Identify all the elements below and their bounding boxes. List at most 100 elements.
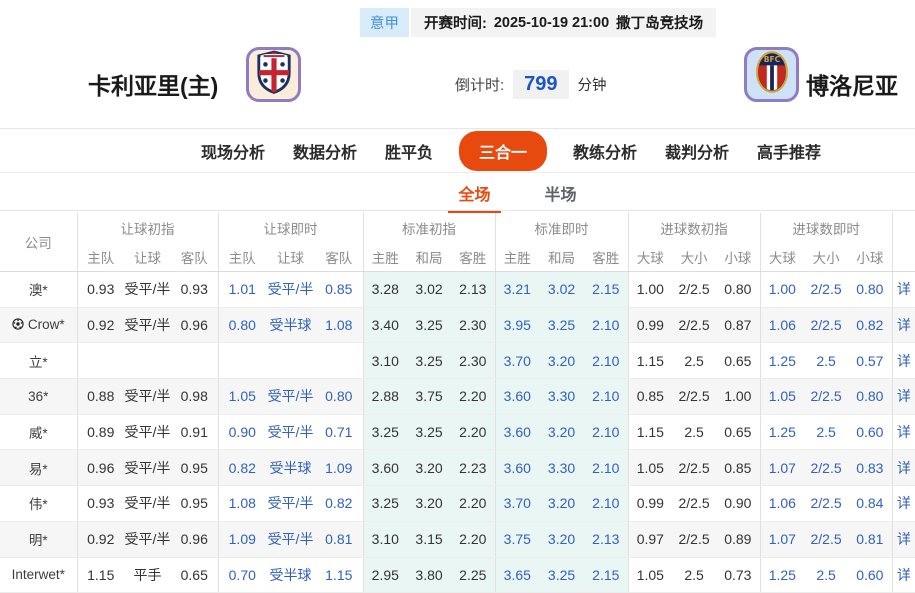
odds-cell[interactable]: 2.88 bbox=[362, 378, 408, 415]
company-cell[interactable]: 威* bbox=[0, 414, 77, 451]
odds-cell[interactable]: 2.10 bbox=[584, 449, 629, 487]
odds-cell[interactable]: 0.89 bbox=[76, 414, 124, 451]
odds-cell[interactable]: 3.20 bbox=[407, 449, 452, 487]
odds-cell[interactable]: 受平/半 bbox=[124, 414, 171, 451]
odds-cell[interactable]: 0.93 bbox=[76, 485, 124, 522]
odds-cell[interactable]: 2/2.5 bbox=[804, 449, 849, 487]
odds-cell[interactable]: 3.80 bbox=[407, 557, 452, 593]
odds-cell[interactable] bbox=[217, 342, 267, 380]
odds-cell[interactable]: 0.65 bbox=[716, 414, 761, 451]
odds-cell[interactable]: 2.10 bbox=[584, 414, 629, 451]
odds-cell[interactable]: 2/2.5 bbox=[672, 449, 717, 487]
odds-cell[interactable]: 3.25 bbox=[362, 485, 408, 522]
league-badge[interactable]: 意甲 bbox=[360, 8, 409, 37]
odds-cell[interactable]: 3.25 bbox=[362, 414, 408, 451]
odds-cell[interactable]: 1.15 bbox=[76, 557, 124, 593]
odds-cell[interactable]: 3.20 bbox=[539, 485, 585, 522]
odds-cell[interactable]: 受平/半 bbox=[124, 271, 171, 308]
company-cell[interactable]: 立* bbox=[0, 342, 77, 380]
odds-cell[interactable]: 3.15 bbox=[407, 521, 452, 558]
odds-cell[interactable]: 1.01 bbox=[217, 271, 267, 308]
detail-link[interactable]: 详 bbox=[891, 414, 915, 451]
detail-link[interactable]: 详 bbox=[891, 378, 915, 415]
odds-cell[interactable] bbox=[266, 342, 316, 380]
odds-cell[interactable]: 3.70 bbox=[494, 485, 540, 522]
odds-cell[interactable]: 受半球 bbox=[266, 449, 316, 487]
odds-cell[interactable]: 2.10 bbox=[584, 307, 629, 344]
odds-cell[interactable]: 3.28 bbox=[362, 271, 408, 308]
odds-cell[interactable]: 1.25 bbox=[759, 557, 805, 593]
odds-cell[interactable]: 3.25 bbox=[539, 307, 585, 344]
odds-cell[interactable]: 0.60 bbox=[848, 414, 893, 451]
odds-cell[interactable]: 2.10 bbox=[584, 378, 629, 415]
odds-cell[interactable]: 2/2.5 bbox=[672, 378, 717, 415]
odds-cell[interactable]: 3.60 bbox=[494, 449, 540, 487]
nav-tab-三合一[interactable]: 三合一 bbox=[458, 130, 547, 171]
odds-cell[interactable]: 3.20 bbox=[539, 521, 585, 558]
odds-cell[interactable]: 2.15 bbox=[584, 271, 629, 308]
odds-cell[interactable]: 0.82 bbox=[848, 307, 893, 344]
odds-cell[interactable]: 3.10 bbox=[362, 521, 408, 558]
odds-cell[interactable]: 2.5 bbox=[672, 414, 717, 451]
odds-cell[interactable]: 0.85 bbox=[716, 449, 761, 487]
odds-cell[interactable]: 0.96 bbox=[76, 449, 124, 487]
company-cell[interactable]: 伟* bbox=[0, 485, 77, 522]
odds-cell[interactable]: 0.85 bbox=[627, 378, 673, 415]
odds-cell[interactable]: 2.5 bbox=[804, 557, 849, 593]
odds-cell[interactable]: 0.92 bbox=[76, 521, 124, 558]
odds-cell[interactable]: 3.02 bbox=[407, 271, 452, 308]
odds-cell[interactable]: 2.13 bbox=[451, 271, 496, 308]
detail-link[interactable]: 详 bbox=[891, 307, 915, 344]
odds-cell[interactable]: 2.20 bbox=[451, 414, 496, 451]
odds-cell[interactable]: 1.25 bbox=[759, 342, 805, 380]
odds-cell[interactable]: 3.60 bbox=[494, 378, 540, 415]
odds-cell[interactable]: 3.60 bbox=[362, 449, 408, 487]
odds-cell[interactable]: 0.80 bbox=[315, 378, 364, 415]
odds-cell[interactable]: 0.92 bbox=[76, 307, 124, 344]
detail-link[interactable]: 详 bbox=[891, 521, 915, 558]
odds-cell[interactable]: 2.5 bbox=[672, 557, 717, 593]
odds-cell[interactable]: 0.71 bbox=[315, 414, 364, 451]
odds-cell[interactable]: 3.10 bbox=[362, 342, 408, 380]
odds-cell[interactable]: 0.93 bbox=[76, 271, 124, 308]
detail-link[interactable]: 详 bbox=[891, 449, 915, 487]
odds-cell[interactable]: 2.10 bbox=[584, 342, 629, 380]
odds-cell[interactable]: 2.30 bbox=[451, 307, 496, 344]
odds-cell[interactable]: 3.30 bbox=[539, 378, 585, 415]
odds-cell[interactable]: 1.05 bbox=[627, 557, 673, 593]
odds-cell[interactable]: 2/2.5 bbox=[804, 521, 849, 558]
odds-cell[interactable]: 2.95 bbox=[362, 557, 408, 593]
odds-cell[interactable]: 受平/半 bbox=[266, 485, 316, 522]
odds-cell[interactable]: 0.97 bbox=[627, 521, 673, 558]
odds-cell[interactable]: 0.81 bbox=[848, 521, 893, 558]
odds-cell[interactable]: 1.15 bbox=[627, 414, 673, 451]
odds-cell[interactable]: 3.25 bbox=[539, 557, 585, 593]
detail-link[interactable]: 详 bbox=[891, 271, 915, 308]
odds-cell[interactable]: 3.20 bbox=[539, 342, 585, 380]
odds-cell[interactable]: 3.40 bbox=[362, 307, 408, 344]
nav-tab-现场分析[interactable]: 现场分析 bbox=[199, 139, 267, 163]
odds-cell[interactable]: 2/2.5 bbox=[804, 307, 849, 344]
odds-cell[interactable]: 1.07 bbox=[759, 449, 805, 487]
odds-cell[interactable]: 3.95 bbox=[494, 307, 540, 344]
odds-cell[interactable]: 3.25 bbox=[407, 414, 452, 451]
odds-cell[interactable]: 0.98 bbox=[171, 378, 219, 415]
odds-cell[interactable]: 2.30 bbox=[451, 342, 496, 380]
nav-tab-教练分析[interactable]: 教练分析 bbox=[571, 139, 639, 163]
subtab-半场[interactable]: 半场 bbox=[535, 174, 587, 214]
odds-cell[interactable]: 1.09 bbox=[217, 521, 267, 558]
odds-cell[interactable]: 0.99 bbox=[627, 307, 673, 344]
odds-cell[interactable]: 受平/半 bbox=[124, 449, 171, 487]
odds-cell[interactable]: 1.00 bbox=[759, 271, 805, 308]
odds-cell[interactable] bbox=[124, 342, 171, 380]
company-cell[interactable]: 36* bbox=[0, 378, 77, 415]
odds-cell[interactable]: 3.70 bbox=[494, 342, 540, 380]
odds-cell[interactable]: 2.5 bbox=[804, 414, 849, 451]
odds-cell[interactable]: 平手 bbox=[124, 557, 171, 593]
odds-cell[interactable]: 1.00 bbox=[716, 378, 761, 415]
odds-cell[interactable]: 2.10 bbox=[584, 485, 629, 522]
odds-cell[interactable]: 0.65 bbox=[716, 342, 761, 380]
odds-cell[interactable] bbox=[315, 342, 364, 380]
odds-cell[interactable]: 0.90 bbox=[217, 414, 267, 451]
odds-cell[interactable]: 0.87 bbox=[716, 307, 761, 344]
